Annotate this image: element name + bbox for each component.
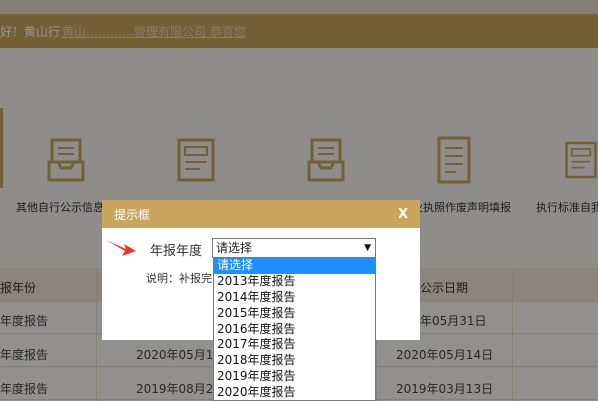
dropdown-option[interactable]: 2015年度报告 — [214, 306, 375, 322]
dialog-note: 说明：补报完 — [146, 272, 212, 285]
select-value: 请选择 — [216, 241, 253, 255]
report-year-label: 年报年度 — [150, 244, 203, 259]
dropdown-option[interactable]: 2014年度报告 — [214, 290, 375, 306]
dropdown-option[interactable]: 2019年度报告 — [214, 369, 375, 385]
dropdown-option[interactable]: 2017年度报告 — [214, 337, 375, 353]
red-arrow-icon — [106, 240, 136, 256]
dropdown-option[interactable]: 2013年度报告 — [214, 274, 375, 290]
dialog-title: 提示框 — [114, 207, 151, 222]
close-icon[interactable]: X — [398, 207, 408, 222]
dropdown-option[interactable]: 请选择 — [214, 258, 375, 274]
dropdown-option[interactable]: 2016年度报告 — [214, 322, 375, 338]
dialog-header: 提示框 X — [102, 200, 420, 228]
dropdown-option[interactable]: 2020年度报告 — [214, 385, 375, 400]
dropdown-arrow-icon: ▼ — [364, 243, 371, 253]
dropdown-option[interactable]: 2018年度报告 — [214, 353, 375, 369]
report-year-options[interactable]: 请选择 2013年度报告 2014年度报告 2015年度报告 2016年度报告 2017年… — [213, 258, 376, 401]
report-year-select[interactable]: 请选择 ▼ — [212, 238, 376, 258]
